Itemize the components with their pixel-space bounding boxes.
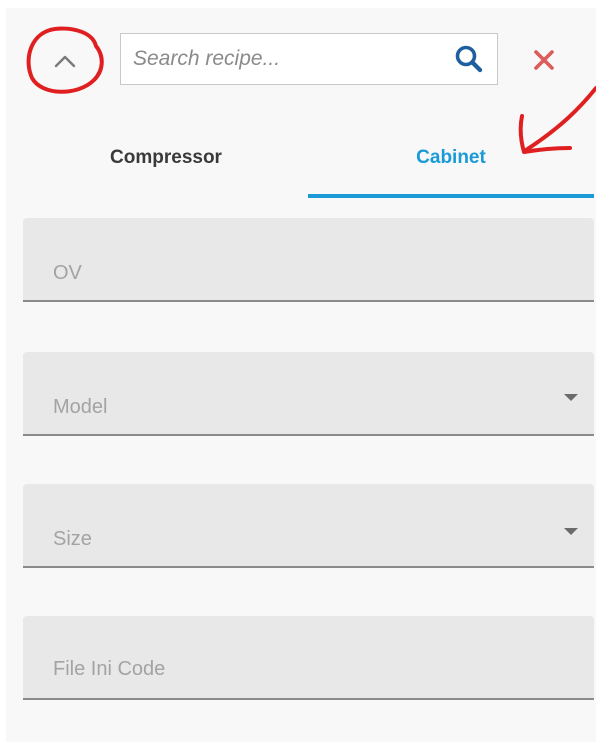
- ov-field[interactable]: OV: [23, 218, 594, 302]
- tab-compressor[interactable]: Compressor: [24, 118, 308, 198]
- close-button[interactable]: [528, 44, 560, 76]
- chevron-up-icon: [54, 55, 76, 68]
- close-icon: [534, 50, 554, 70]
- file-ini-code-field[interactable]: File Ini Code: [23, 616, 594, 700]
- tab-compressor-label: Compressor: [110, 147, 222, 168]
- tab-cabinet[interactable]: Cabinet: [308, 118, 594, 198]
- size-select-label: Size: [53, 528, 92, 550]
- search-input[interactable]: [121, 33, 447, 85]
- dropdown-arrow-icon: [564, 528, 578, 535]
- search-button[interactable]: [447, 37, 491, 81]
- tab-cabinet-label: Cabinet: [416, 147, 486, 168]
- model-select[interactable]: Model: [23, 352, 594, 436]
- model-select-label: Model: [53, 396, 108, 418]
- active-tab-indicator: [308, 194, 594, 198]
- dropdown-arrow-icon: [564, 394, 578, 401]
- file-ini-code-field-label: File Ini Code: [53, 658, 166, 680]
- ov-field-label: OV: [53, 262, 82, 284]
- collapse-button[interactable]: [35, 36, 95, 86]
- search-icon: [455, 45, 483, 73]
- size-select[interactable]: Size: [23, 484, 594, 568]
- search-box: [120, 33, 498, 85]
